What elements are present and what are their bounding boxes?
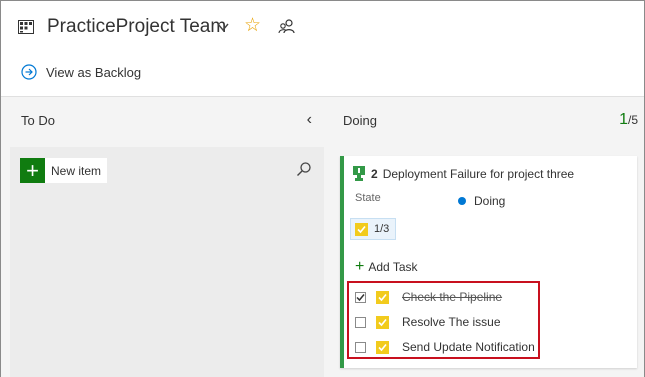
team-title[interactable]: PracticeProject Team — [47, 16, 226, 38]
column-todo: To Do ‹ + New item — [10, 97, 324, 377]
state-value-text: Doing — [474, 194, 506, 208]
column-todo-header: To Do ‹ — [10, 97, 324, 143]
task-icon — [376, 290, 389, 304]
task-checkbox-icon — [355, 222, 368, 236]
column-todo-title: To Do — [21, 112, 55, 128]
trophy-icon — [353, 166, 365, 181]
column-todo-body: + New item — [10, 147, 324, 377]
add-task-button[interactable]: + Add Task — [355, 259, 418, 275]
task-item[interactable]: Check the Pipeline — [355, 288, 502, 306]
state-dot-icon — [458, 197, 466, 205]
collapse-chevron-icon[interactable]: ‹ — [307, 111, 312, 129]
favorite-star-icon[interactable]: ☆ — [244, 16, 261, 36]
task-done-checkbox[interactable] — [355, 316, 366, 328]
plus-icon: + — [20, 158, 45, 183]
wip-limit: 1/5 — [619, 111, 638, 129]
work-item-card[interactable]: 2 Deployment Failure for project three S… — [340, 156, 637, 368]
arrow-circle-icon — [21, 64, 37, 80]
task-item[interactable]: Resolve The issue — [355, 313, 501, 331]
task-list: Check the Pipeline Resolve The issue Sen… — [347, 281, 540, 359]
team-members-icon[interactable] — [278, 18, 295, 35]
task-progress-button[interactable]: 1/3 — [350, 218, 397, 240]
task-label[interactable]: Resolve The issue — [402, 315, 501, 329]
task-icon — [376, 340, 389, 354]
state-value[interactable]: Doing — [458, 194, 505, 208]
task-item[interactable]: Send Update Notification — [355, 338, 535, 356]
kanban-board: To Do ‹ + New item Doing 1/5 2 Deploymen… — [1, 96, 644, 377]
card-header: 2 Deployment Failure for project three — [353, 166, 574, 181]
task-progress-text: 1/3 — [374, 223, 390, 235]
add-task-label: Add Task — [368, 260, 418, 274]
plus-icon: + — [355, 258, 365, 275]
search-icon[interactable] — [296, 161, 312, 177]
column-doing: Doing 1/5 2 Deployment Failure for proje… — [333, 97, 644, 377]
new-item-button[interactable]: + New item — [20, 158, 108, 183]
task-done-checkbox[interactable] — [355, 291, 366, 303]
task-done-checkbox[interactable] — [355, 341, 366, 353]
card-title[interactable]: Deployment Failure for project three — [383, 167, 574, 181]
column-doing-title: Doing — [343, 112, 377, 128]
state-label: State — [355, 192, 381, 204]
task-icon — [376, 315, 389, 329]
task-label[interactable]: Check the Pipeline — [402, 290, 502, 304]
new-item-label: New item — [51, 163, 102, 178]
task-label[interactable]: Send Update Notification — [402, 340, 535, 354]
card-id: 2 — [371, 166, 378, 181]
view-as-backlog-link[interactable]: View as Backlog — [21, 64, 141, 80]
chevron-down-icon[interactable] — [216, 20, 230, 34]
wip-count: 1 — [619, 111, 628, 128]
board-icon — [18, 20, 34, 34]
wip-max: /5 — [627, 113, 638, 127]
column-doing-header: Doing 1/5 — [333, 97, 644, 143]
column-doing-body: 2 Deployment Failure for project three S… — [333, 147, 644, 377]
view-as-backlog-label: View as Backlog — [46, 64, 142, 80]
header: PracticeProject Team ☆ View as Backlog — [1, 1, 644, 96]
